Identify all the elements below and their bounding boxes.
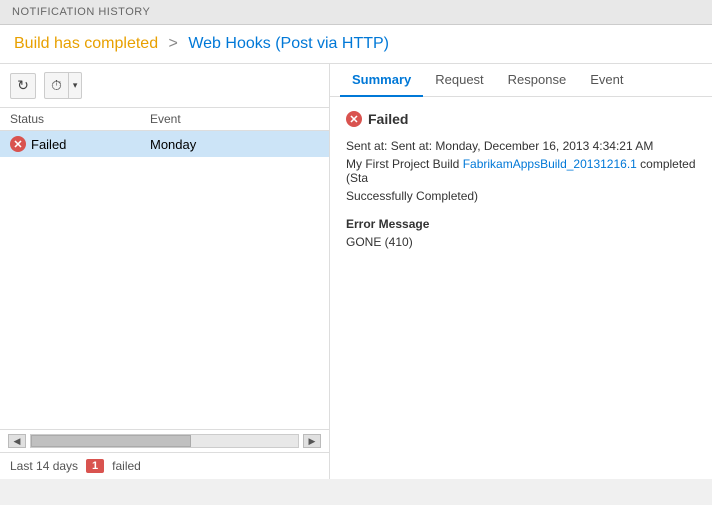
- tabs-bar: Summary Request Response Event: [330, 64, 712, 97]
- table-body: ✕ Failed Monday: [0, 131, 329, 429]
- breadcrumb-part2: Web Hooks (Post via HTTP): [188, 35, 389, 52]
- detail-status-text: Failed: [368, 111, 408, 127]
- detail-error-icon: ✕: [346, 111, 362, 127]
- breadcrumb-bar: Build has completed > Web Hooks (Post vi…: [0, 25, 712, 64]
- detail-msg-part1: My First Project Build: [346, 157, 463, 171]
- breadcrumb-separator: >: [169, 35, 183, 52]
- breadcrumb-part1: Build has completed: [14, 35, 158, 52]
- top-bar-label: NOTIFICATION HISTORY: [12, 6, 150, 18]
- status-value: Failed: [31, 137, 66, 152]
- tab-event-label: Event: [590, 72, 623, 87]
- tab-response[interactable]: Response: [496, 64, 579, 97]
- scroll-bar-container: ◀ ▶: [0, 429, 329, 452]
- detail-msg-part3: Successfully Completed): [346, 189, 478, 203]
- bottom-bar: Last 14 days 1 failed: [0, 452, 329, 479]
- scroll-right-icon: ▶: [309, 436, 316, 447]
- detail-sent-line: Sent at: Sent at: Monday, December 16, 2…: [346, 139, 696, 153]
- detail-message-line: My First Project Build FabrikamAppsBuild…: [346, 157, 696, 185]
- column-event-header: Event: [150, 112, 319, 126]
- table-row[interactable]: ✕ Failed Monday: [0, 131, 329, 157]
- top-bar: NOTIFICATION HISTORY: [0, 0, 712, 25]
- error-icon: ✕: [10, 136, 26, 152]
- event-cell: Monday: [150, 137, 319, 152]
- column-status-header: Status: [10, 112, 150, 126]
- tab-summary-label: Summary: [352, 72, 411, 87]
- scroll-thumb[interactable]: [31, 435, 191, 447]
- table-header: Status Event: [0, 108, 329, 131]
- error-message-value: GONE (410): [346, 235, 696, 249]
- scroll-left-button[interactable]: ◀: [8, 434, 26, 448]
- status-cell: ✕ Failed: [10, 136, 150, 152]
- failed-label: failed: [112, 459, 141, 473]
- refresh-icon: ↻: [17, 77, 29, 94]
- dropdown-arrow-icon: ▾: [69, 76, 82, 95]
- detail-build-link[interactable]: FabrikamAppsBuild_20131216.1: [463, 157, 637, 171]
- detail-sent-label: Sent at:: [346, 139, 391, 153]
- left-panel: ↻ ⏱ ▾ Status Event ✕ Failed Monday: [0, 64, 330, 479]
- history-icon: ⏱: [45, 73, 69, 98]
- toolbar: ↻ ⏱ ▾: [0, 64, 329, 108]
- tab-request-label: Request: [435, 72, 483, 87]
- scroll-track: [30, 434, 299, 448]
- scroll-right-button[interactable]: ▶: [303, 434, 321, 448]
- detail-status-row: ✕ Failed: [346, 111, 696, 127]
- tab-summary[interactable]: Summary: [340, 64, 423, 97]
- scroll-left-icon: ◀: [14, 436, 21, 447]
- event-value: Monday: [150, 137, 196, 152]
- failed-count-badge: 1: [86, 459, 104, 473]
- error-message-label: Error Message: [346, 217, 696, 231]
- detail-content: ✕ Failed Sent at: Sent at: Monday, Decem…: [330, 97, 712, 479]
- error-message-value-text: GONE (410): [346, 235, 413, 249]
- tab-request[interactable]: Request: [423, 64, 495, 97]
- right-panel: Summary Request Response Event ✕ Failed …: [330, 64, 712, 479]
- error-message-label-text: Error Message: [346, 217, 429, 231]
- detail-message-line2: Successfully Completed): [346, 189, 696, 203]
- tab-event[interactable]: Event: [578, 64, 635, 97]
- tab-response-label: Response: [508, 72, 567, 87]
- detail-sent-value: Sent at: Monday, December 16, 2013 4:34:…: [391, 139, 654, 153]
- last-days-label: Last 14 days: [10, 459, 78, 473]
- history-button-group[interactable]: ⏱ ▾: [44, 72, 82, 99]
- refresh-button[interactable]: ↻: [10, 73, 36, 99]
- main-content: ↻ ⏱ ▾ Status Event ✕ Failed Monday: [0, 64, 712, 479]
